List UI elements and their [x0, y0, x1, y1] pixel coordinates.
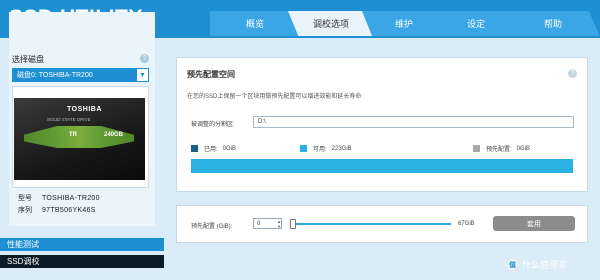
tab-settings[interactable]: 设定: [434, 11, 518, 36]
serial-value: 97TB506YK46S: [41, 207, 96, 214]
apply-button[interactable]: 套用: [493, 216, 575, 231]
overprovision-controls: 预先配置 (GiB): 0 ▲ ▼ 67GiB 套用: [176, 205, 588, 243]
available-swatch: [300, 145, 307, 152]
overprovision-swatch: [473, 145, 480, 152]
panel-title: 预先配置空间: [187, 70, 235, 79]
sidebar-item-ssd-tuning[interactable]: SSD调校: [0, 255, 164, 268]
used-value: 0GiB: [222, 145, 237, 152]
drive-image: TOSHIBA SOLID STATE DRIVE TR 240GB: [14, 98, 145, 180]
drive-series-text: TR: [69, 132, 77, 138]
legend-used: 已用: 0GiB: [191, 144, 236, 153]
available-label: 可用:: [313, 147, 327, 153]
drive-capacity-text: 240GB: [104, 132, 124, 138]
watermark-text: 什么值得买: [522, 260, 568, 270]
watermark-logo: 值: [507, 259, 518, 270]
sidebar-item-benchmark[interactable]: 性能测试: [0, 238, 164, 251]
tab-bar: 概览 调校选项 维护 设定 帮助: [210, 11, 600, 36]
tab-maintenance[interactable]: 维护: [362, 11, 446, 36]
legend-available: 可用: 223GiB: [300, 144, 352, 153]
available-value: 223GiB: [331, 145, 352, 152]
model-row: 型号 TOSHIBA-TR200: [18, 193, 100, 203]
serial-row: 序列 97TB506YK46S: [18, 205, 96, 215]
model-value: TOSHIBA-TR200: [41, 195, 100, 202]
tab-help[interactable]: 帮助: [506, 11, 600, 36]
slider-max-label: 67GiB: [458, 221, 475, 227]
disk-select-dropdown[interactable]: 磁盘0: TOSHIBA-TR200 ▼: [12, 68, 149, 82]
model-key: 型号: [18, 195, 32, 202]
overprovision-slider-track[interactable]: [293, 223, 451, 225]
used-label: 已用:: [204, 147, 218, 153]
legend-overprovision: 预先配置: 0GiB: [473, 144, 530, 153]
disk-select-value: 磁盘0: TOSHIBA-TR200: [17, 72, 93, 79]
drive-brand-text: TOSHIBA: [67, 106, 102, 113]
watermark: 值 什么值得买: [507, 258, 567, 271]
sidebar-help-icon[interactable]: ?: [140, 54, 149, 63]
partition-field[interactable]: D:\: [253, 116, 574, 128]
used-swatch: [191, 145, 198, 152]
overprovision-slider-handle[interactable]: [290, 219, 296, 229]
partition-label: 被调整的分割区:: [191, 122, 235, 128]
stepper-icon[interactable]: ▲ ▼: [276, 218, 282, 229]
overprovision-legend-label: 预先配置:: [486, 147, 512, 153]
overprovision-legend-value: 0GiB: [516, 145, 531, 152]
serial-key: 序列: [18, 207, 32, 214]
panel-help-icon[interactable]: ?: [568, 69, 577, 78]
tab-tuning[interactable]: 调校选项: [288, 11, 374, 36]
overprovision-panel: 预先配置空间 ? 在您的SSD上保留一个区块用做预先配置可以增进效能和延长寿命 …: [176, 57, 588, 192]
select-disk-label: 选择磁盘: [12, 55, 44, 64]
chevron-down-icon[interactable]: ▼: [137, 69, 148, 81]
panel-description: 在您的SSD上保留一个区块用做预先配置可以增进效能和延长寿命: [187, 94, 362, 100]
drive-subtitle-text: SOLID STATE DRIVE: [47, 117, 91, 122]
capacity-bar: [191, 159, 573, 173]
overprovision-size-label: 预先配置 (GiB):: [191, 224, 233, 230]
tab-overview[interactable]: 概览: [210, 11, 300, 36]
